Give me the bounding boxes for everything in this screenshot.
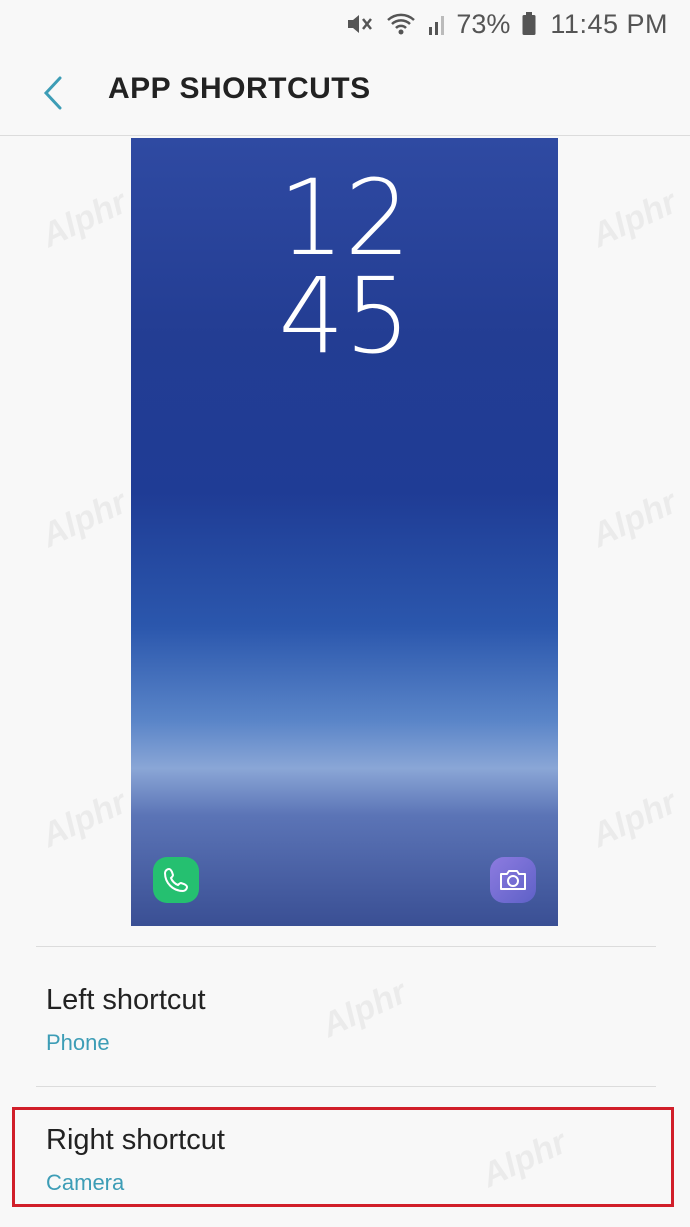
preview-clock-hours: 12	[278, 157, 411, 279]
divider	[36, 1086, 656, 1087]
left-shortcut-title: Left shortcut	[46, 984, 206, 1016]
left-shortcut-value: Phone	[46, 1030, 110, 1055]
phone-icon	[153, 857, 199, 903]
status-bar: 73% 11:45 PM	[0, 0, 690, 48]
watermark: Alphr	[585, 183, 683, 256]
divider	[36, 946, 656, 947]
watermark: Alphr	[35, 183, 133, 256]
battery-icon	[522, 12, 536, 36]
preview-clock-minutes: 45	[278, 255, 411, 377]
page-title: APP SHORTCUTS	[108, 72, 371, 105]
chevron-left-icon	[43, 76, 62, 110]
back-button[interactable]	[30, 68, 76, 118]
left-shortcut-setting[interactable]: Left shortcut Phone	[0, 960, 690, 1080]
status-time: 11:45 PM	[550, 8, 668, 39]
signal-icon	[428, 13, 446, 35]
lockscreen-preview: 12 45	[131, 138, 558, 926]
highlight-box	[12, 1107, 674, 1207]
wifi-icon	[386, 12, 416, 36]
mute-icon	[346, 12, 374, 36]
watermark: Alphr	[585, 483, 683, 556]
battery-percent: 73%	[456, 8, 511, 39]
app-header: APP SHORTCUTS	[0, 48, 690, 136]
watermark: Alphr	[585, 783, 683, 856]
watermark: Alphr	[35, 483, 133, 556]
camera-icon	[490, 857, 536, 903]
watermark: Alphr	[35, 783, 133, 856]
